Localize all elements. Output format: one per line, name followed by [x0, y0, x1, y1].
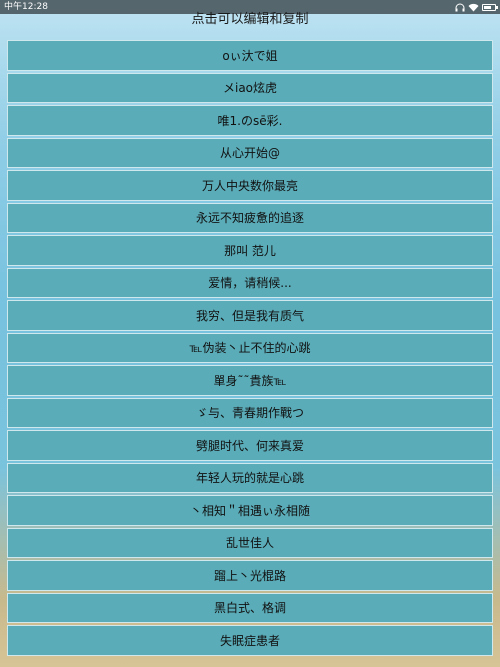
list-item[interactable]: 年轻人玩的就是心跳 [7, 462, 493, 493]
list-item[interactable]: 蹓上丶光棍路 [7, 560, 493, 591]
list-item[interactable]: ℡伪装丶止不住的心跳 [7, 332, 493, 363]
list-item[interactable]: 黑白式、格调 [7, 592, 493, 623]
list-item[interactable]: 失眠症患者 [7, 625, 493, 656]
list-item[interactable]: 丶相知＂相遇ぃ永相随 [7, 495, 493, 526]
list-item[interactable]: ゞ与、青春期作戰つ [7, 397, 493, 428]
list-item[interactable]: 單身˜˜貴族℡ [7, 365, 493, 396]
list-item[interactable]: 乱世佳人 [7, 527, 493, 558]
list-item[interactable]: 劈腿时代、何来真爱 [7, 430, 493, 461]
list-item[interactable]: 永远不知疲惫的追逐 [7, 202, 493, 233]
list-item[interactable]: 我穷、但是我有质气 [7, 300, 493, 331]
list-item[interactable]: 从心开始@ [7, 137, 493, 168]
list-item[interactable]: 万人中央数你最亮 [7, 170, 493, 201]
list-item[interactable]: 那叫 范儿 [7, 235, 493, 266]
nickname-list: oぃ汏で姐 メiao炫虎 唯1.のsē彩. 从心开始@ 万人中央数你最亮 永远不知疲惫的追… [7, 40, 493, 667]
page-title: 点击可以编辑和复制 [191, 12, 309, 27]
list-item[interactable]: oぃ汏で姐 [7, 40, 493, 71]
list-item[interactable]: 唯1.のsē彩. [7, 105, 493, 136]
list-item[interactable]: 爱情，请稍候... [7, 267, 493, 298]
list-item[interactable]: メiao炫虎 [7, 72, 493, 103]
